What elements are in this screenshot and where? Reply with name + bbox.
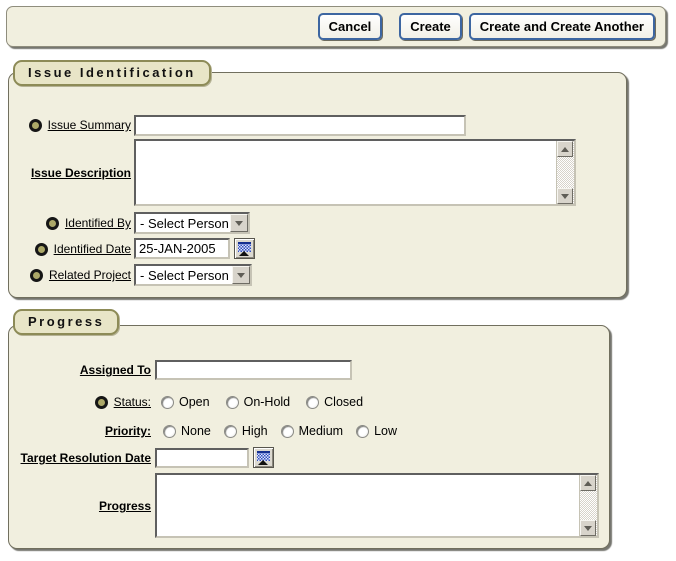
assigned-to-label[interactable]: Assigned To bbox=[80, 363, 151, 377]
target-resolution-date-label-row: Target Resolution Date bbox=[9, 447, 151, 469]
progress-label[interactable]: Progress bbox=[99, 499, 151, 513]
related-project-select[interactable]: - Select Person - bbox=[134, 264, 252, 286]
scroll-down-icon[interactable] bbox=[557, 188, 573, 204]
progress-textarea[interactable] bbox=[155, 473, 599, 538]
identified-date-label-row: Identified Date bbox=[9, 238, 131, 260]
status-label-row: Status: bbox=[9, 391, 151, 413]
scroll-up-icon[interactable] bbox=[580, 475, 596, 491]
create-button[interactable]: Create bbox=[399, 13, 461, 40]
toolbar: Cancel Create Create and Create Another bbox=[6, 6, 666, 47]
priority-radio-group: None High Medium Low bbox=[163, 420, 397, 442]
priority-label-row: Priority: bbox=[9, 420, 151, 442]
progress-label-row: Progress bbox=[9, 495, 151, 517]
assigned-to-label-row: Assigned To bbox=[9, 359, 151, 381]
radio-icon[interactable] bbox=[306, 396, 319, 409]
priority-option-none[interactable]: None bbox=[163, 424, 211, 438]
issue-summary-label[interactable]: Issue Summary bbox=[48, 118, 131, 132]
identified-date-input[interactable] bbox=[134, 238, 230, 259]
priority-option-high[interactable]: High bbox=[224, 424, 268, 438]
scroll-down-icon[interactable] bbox=[580, 520, 596, 536]
issue-identification-legend: Issue Identification bbox=[13, 60, 211, 86]
calendar-picker-icon[interactable] bbox=[234, 238, 255, 259]
radio-icon[interactable] bbox=[224, 425, 237, 438]
radio-icon[interactable] bbox=[161, 396, 174, 409]
progress-fieldset: Assigned To Status: Open On-Hold Closed … bbox=[8, 325, 610, 549]
chevron-down-icon[interactable] bbox=[230, 214, 248, 232]
required-ring-icon bbox=[30, 269, 43, 282]
identified-by-select[interactable]: - Select Person - bbox=[134, 212, 250, 234]
required-ring-icon bbox=[95, 396, 108, 409]
calendar-mound-glyph bbox=[258, 460, 268, 465]
status-option-closed[interactable]: Closed bbox=[306, 395, 363, 409]
issue-description-textarea[interactable] bbox=[134, 139, 576, 206]
scrollbar[interactable] bbox=[579, 475, 597, 536]
calendar-picker-icon[interactable] bbox=[253, 447, 274, 468]
scrollbar[interactable] bbox=[556, 141, 574, 204]
status-option-open[interactable]: Open bbox=[161, 395, 210, 409]
scroll-up-icon[interactable] bbox=[557, 141, 573, 157]
identified-by-label[interactable]: Identified By bbox=[65, 216, 131, 230]
issue-identification-fieldset: Issue Summary Issue Description Identifi… bbox=[8, 72, 627, 298]
chevron-down-icon[interactable] bbox=[232, 266, 250, 284]
radio-icon[interactable] bbox=[226, 396, 239, 409]
target-resolution-date-label[interactable]: Target Resolution Date bbox=[21, 451, 151, 465]
related-project-label-row: Related Project bbox=[9, 264, 131, 286]
required-ring-icon bbox=[35, 243, 48, 256]
calendar-mound-glyph bbox=[239, 251, 249, 256]
identified-by-selected-value: - Select Person - bbox=[136, 216, 230, 231]
status-label[interactable]: Status: bbox=[114, 395, 151, 409]
status-radio-group: Open On-Hold Closed bbox=[161, 391, 363, 413]
required-ring-icon bbox=[29, 119, 42, 132]
radio-icon[interactable] bbox=[356, 425, 369, 438]
identified-by-label-row: Identified By bbox=[9, 212, 131, 234]
related-project-label[interactable]: Related Project bbox=[49, 268, 131, 282]
target-resolution-date-input[interactable] bbox=[155, 448, 249, 468]
issue-description-label[interactable]: Issue Description bbox=[31, 166, 131, 180]
create-and-create-another-button[interactable]: Create and Create Another bbox=[469, 13, 655, 40]
cancel-button[interactable]: Cancel bbox=[318, 13, 383, 40]
priority-label[interactable]: Priority: bbox=[105, 424, 151, 438]
radio-icon[interactable] bbox=[281, 425, 294, 438]
issue-summary-input[interactable] bbox=[134, 115, 466, 136]
priority-option-low[interactable]: Low bbox=[356, 424, 397, 438]
issue-summary-label-row: Issue Summary bbox=[9, 114, 131, 136]
progress-legend: Progress bbox=[13, 309, 119, 335]
status-option-on-hold[interactable]: On-Hold bbox=[226, 395, 291, 409]
radio-icon[interactable] bbox=[163, 425, 176, 438]
priority-option-medium[interactable]: Medium bbox=[281, 424, 343, 438]
identified-date-label[interactable]: Identified Date bbox=[54, 242, 131, 256]
create-issue-page: Cancel Create Create and Create Another … bbox=[0, 0, 676, 561]
issue-description-label-row: Issue Description bbox=[9, 162, 131, 184]
related-project-selected-value: - Select Person - bbox=[136, 268, 232, 283]
required-ring-icon bbox=[46, 217, 59, 230]
assigned-to-input[interactable] bbox=[155, 360, 352, 380]
